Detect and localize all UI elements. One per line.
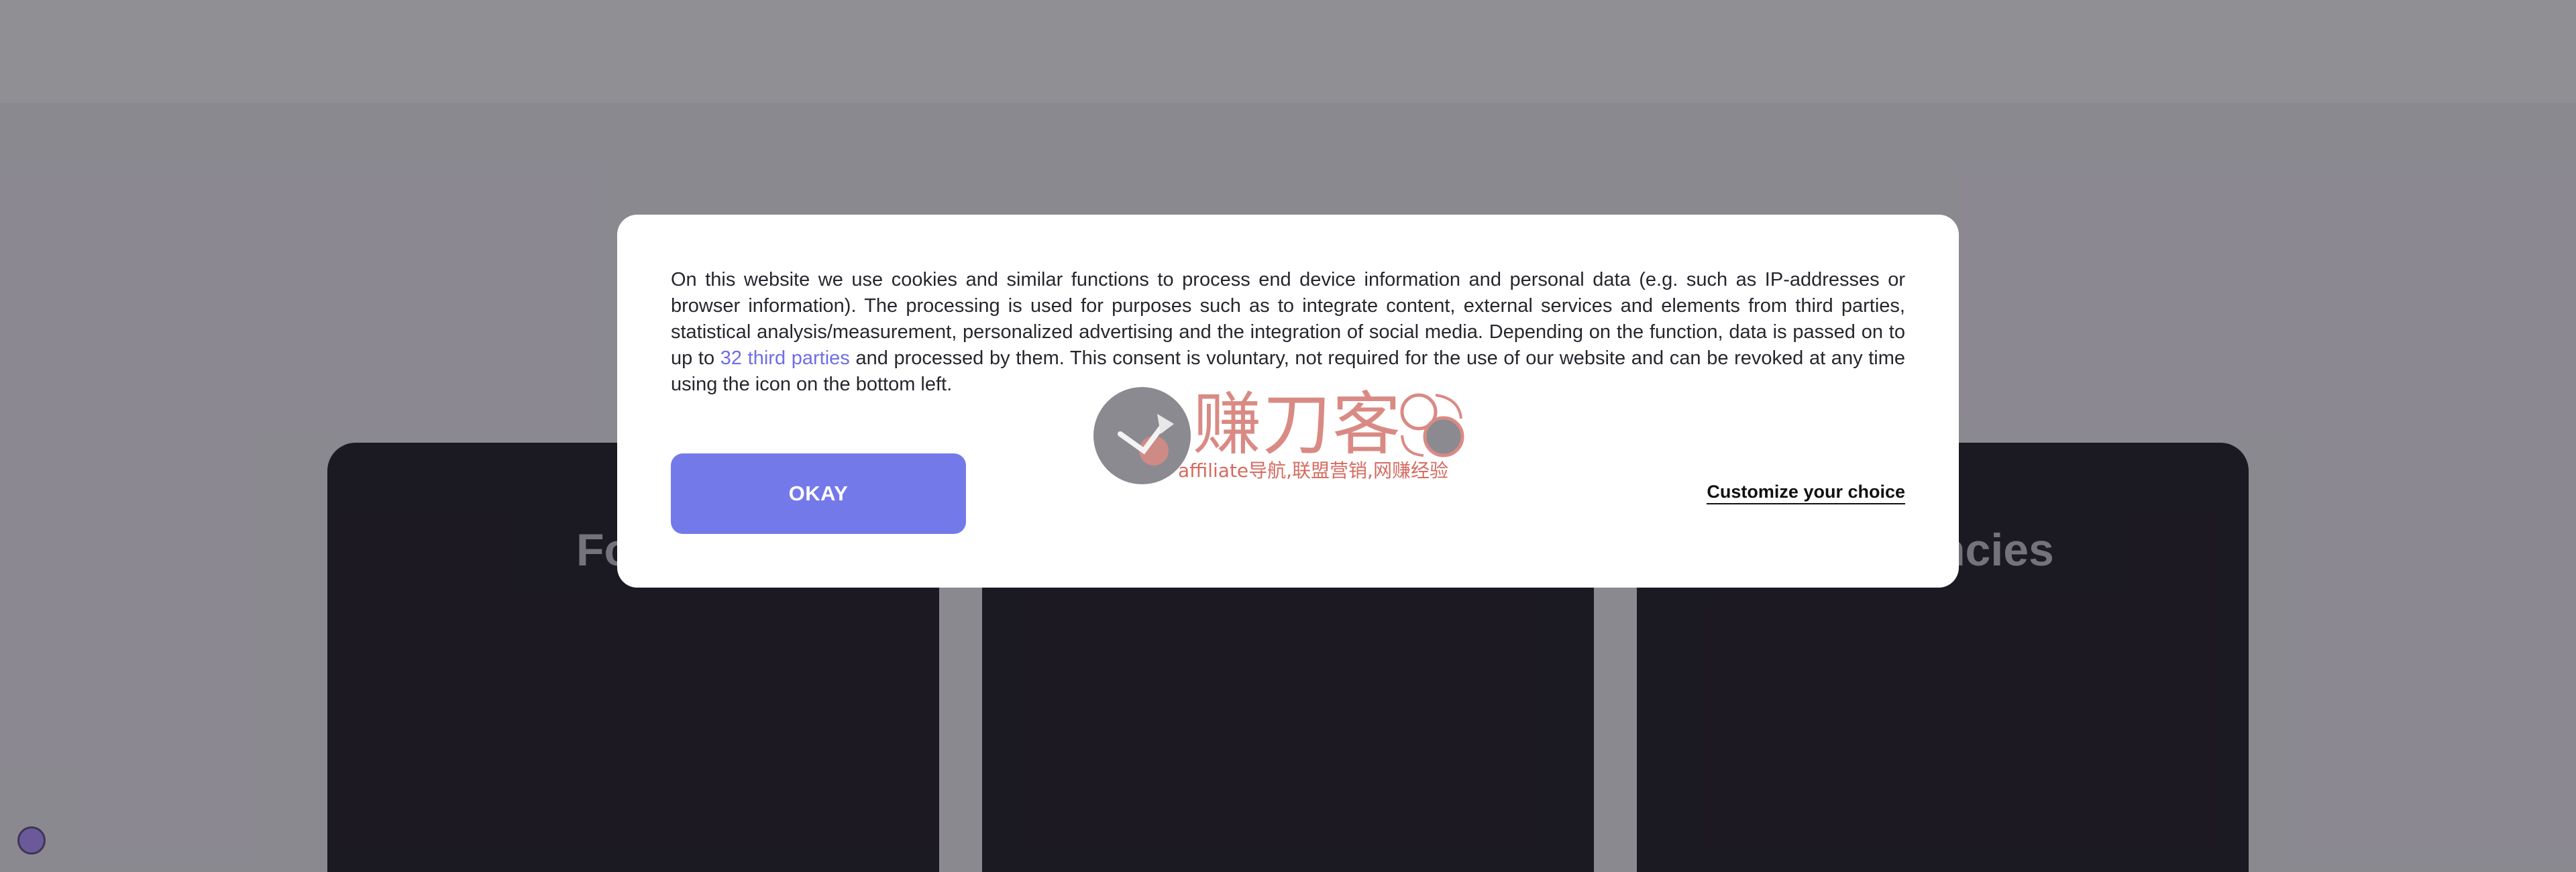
third-parties-link[interactable]: 32 third parties [720, 347, 850, 369]
watermark: 赚刀客 affiliate导航,联盟营销,网赚经验 [1093, 386, 1483, 486]
consent-text: On this website we use cookies and simil… [671, 267, 1905, 398]
coins-icon [1395, 388, 1469, 462]
watermark-subtitle: affiliate导航,联盟营销,网赚经验 [1178, 459, 1448, 482]
watermark-chars: 赚刀客 [1193, 385, 1402, 465]
privacy-settings-icon[interactable] [17, 826, 46, 855]
okay-button[interactable]: OKAY [671, 453, 966, 534]
customize-choice-link[interactable]: Customize your choice [1707, 482, 1905, 504]
watermark-logo-icon [1093, 387, 1191, 484]
